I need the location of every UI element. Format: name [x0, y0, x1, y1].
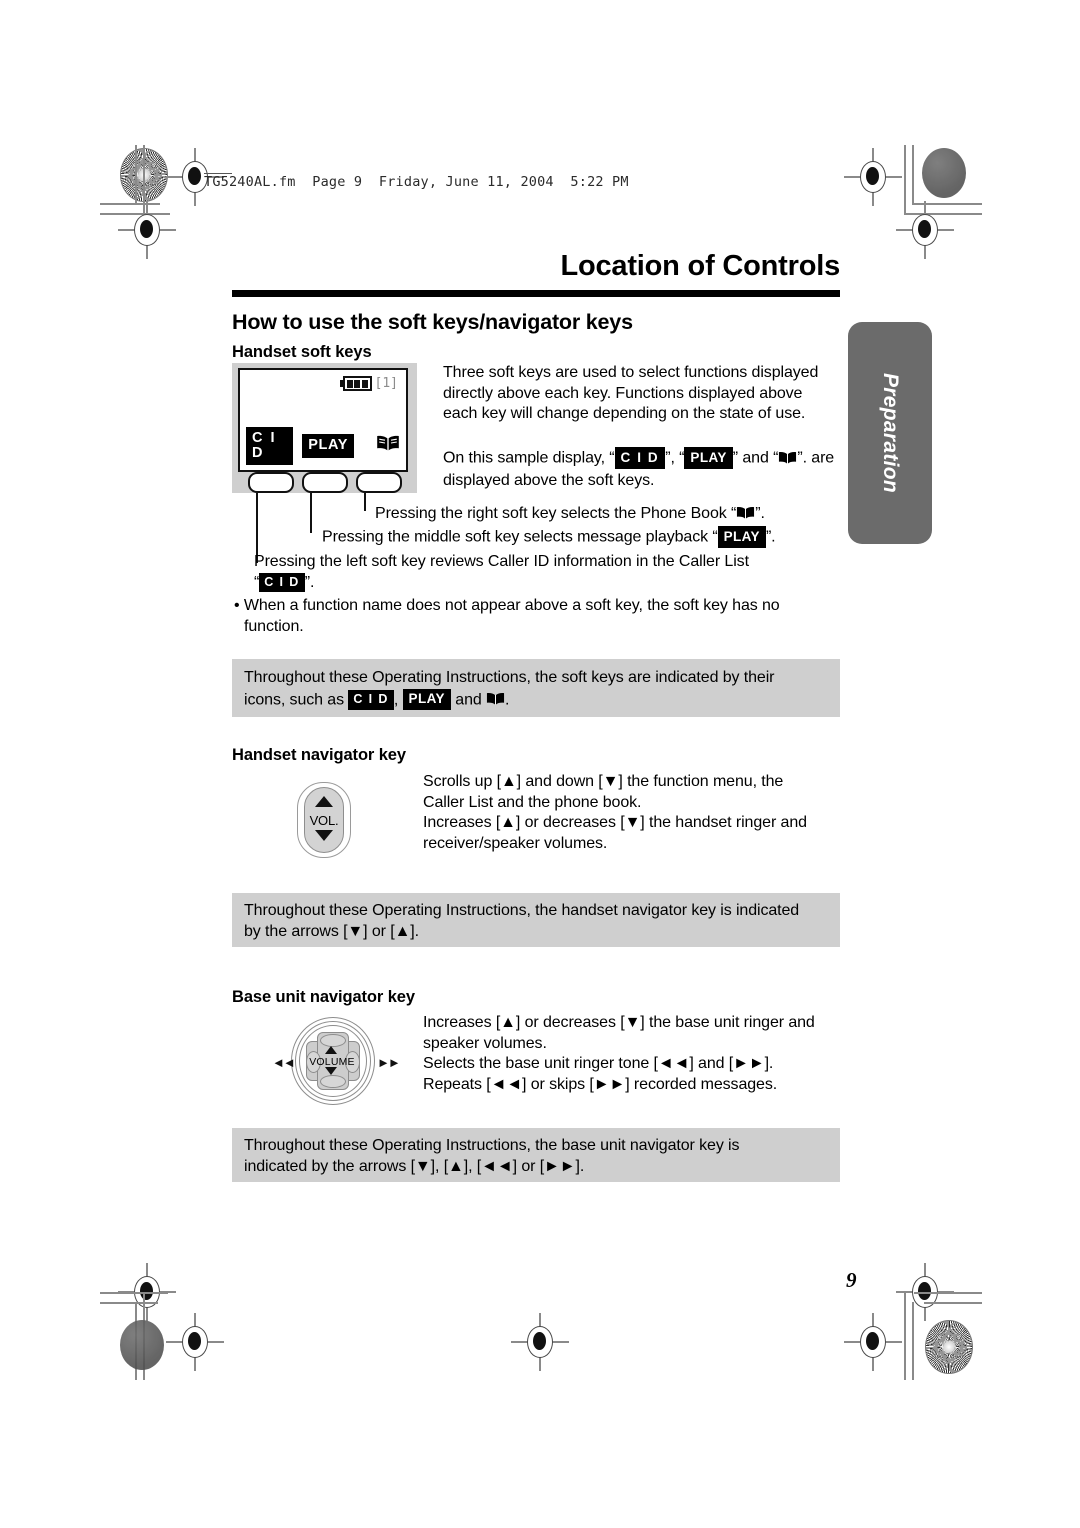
registration-target-right-lower	[844, 1313, 902, 1371]
callout-right-text-b: ”.	[755, 505, 765, 522]
callout-right-soft-key: Pressing the right soft key selects the …	[375, 504, 845, 527]
vol-up-arrow-icon	[315, 796, 333, 807]
lcd-soft-key-labels: C I D PLAY	[246, 427, 400, 465]
handset-display-figure: [1] C I D PLAY	[232, 363, 417, 493]
inline-key-play: PLAY	[684, 447, 733, 469]
callout-middle-soft-key: Pressing the middle soft key selects mes…	[322, 526, 842, 548]
base-navigator-key-figure: VOLUME ◄◄ ►►	[272, 1015, 401, 1107]
soft-key-button-middle[interactable]	[302, 472, 348, 493]
sample-display-text-c: ” and “	[732, 449, 779, 467]
base-nav-line-2: speaker volumes.	[423, 1034, 547, 1052]
note-bn-line-1: Throughout these Operating Instructions,…	[244, 1137, 740, 1154]
inline-key-play: PLAY	[717, 526, 766, 548]
registration-target-right-upper	[896, 201, 954, 259]
soft-keys-bullet-note: • When a function name does not appear a…	[234, 597, 780, 635]
registration-target-bottom-left	[166, 1313, 224, 1371]
vol-key-label: VOL.	[309, 813, 339, 828]
handset-lcd-screen: [1] C I D PLAY	[238, 368, 408, 472]
soft-key-button-left[interactable]	[248, 472, 294, 493]
callout-left-text-b: ”.	[304, 573, 315, 591]
note-box-base-navigator: Throughout these Operating Instructions,…	[232, 1128, 840, 1182]
leader-line-middle-soft-key	[310, 493, 312, 533]
note-box-soft-keys: Throughout these Operating Instructions,…	[232, 659, 840, 717]
file-slug: TG5240AL.fm Page 9 Friday, June 11, 2004…	[204, 174, 629, 190]
inline-key-cid: C I D	[259, 572, 305, 592]
fast-forward-marker-icon: ►►	[377, 1055, 401, 1070]
page-number: 9	[846, 1268, 857, 1292]
battery-segment	[362, 379, 369, 388]
sample-display-text-b: ”, “	[665, 449, 685, 467]
handset-navigator-key-figure: VOL.	[297, 782, 351, 858]
battery-indicator: [1]	[340, 376, 398, 391]
leader-line-right-soft-key	[364, 493, 366, 511]
handset-nav-line-3: Increases [▲] or decreases [▼] the hands…	[423, 814, 807, 831]
battery-footnote-marker: [1]	[374, 376, 398, 391]
soft-key-button-right[interactable]	[356, 472, 402, 493]
base-navigator-description: Increases [▲] or decreases [▼] the base …	[423, 1013, 843, 1095]
handset-nav-line-1: Scrolls up [▲] and down [▼] the function…	[423, 773, 784, 790]
phone-book-icon	[376, 435, 400, 457]
density-patch-bottom-left	[120, 1320, 164, 1370]
battery-segment	[346, 379, 353, 388]
side-tab-label: Preparation	[879, 373, 902, 493]
phone-book-icon	[778, 451, 797, 472]
note-line-2-end: .	[505, 691, 510, 708]
handset-nav-line-4: receiver/speaker volumes.	[423, 834, 608, 852]
base-down-arrow-icon	[325, 1067, 337, 1075]
note-hn-line-1: Throughout these Operating Instructions,…	[244, 902, 800, 919]
note-hn-line-2: by the arrows [▼] or [▲].	[244, 922, 420, 940]
registration-target-bottom-center	[511, 1313, 569, 1371]
callout-middle-text-b: ”.	[765, 528, 776, 546]
soft-key-label-cid: C I D	[246, 427, 294, 465]
sample-display-text-d: ”.	[797, 449, 807, 467]
base-up-arrow-icon	[325, 1046, 337, 1054]
section-heading: How to use the soft keys/navigator keys	[232, 310, 633, 334]
battery-segment	[354, 379, 361, 388]
inline-key-cid: C I D	[348, 690, 394, 710]
soft-keys-paragraph-1: Three soft keys are used to select funct…	[443, 364, 819, 422]
note-base-navigator-text: Throughout these Operating Instructions,…	[244, 1136, 830, 1177]
base-nav-line-1: Increases [▲] or decreases [▼] the base …	[423, 1014, 815, 1031]
handset-soft-keys-heading: Handset soft keys	[232, 343, 372, 361]
registration-starburst-bottom-right	[925, 1320, 973, 1374]
note-box-handset-navigator: Throughout these Operating Instructions,…	[232, 893, 840, 947]
callout-left-text-a: Pressing the left soft key reviews Calle…	[254, 553, 749, 570]
vol-down-arrow-icon	[315, 830, 333, 841]
handset-nav-line-2: Caller List and the phone book.	[423, 793, 642, 811]
note-handset-navigator-text: Throughout these Operating Instructions,…	[244, 901, 830, 942]
note-line-2-comma: ,	[393, 691, 399, 708]
note-soft-keys-text: Throughout these Operating Instructions,…	[244, 668, 830, 713]
sample-display-text-a: On this sample display, “	[443, 449, 615, 467]
registration-target-top-right	[844, 148, 902, 206]
title-divider	[232, 290, 840, 297]
callout-right-text-a: Pressing the right soft key selects the …	[375, 505, 737, 522]
inline-key-play: PLAY	[402, 688, 451, 710]
base-navigator-heading: Base unit navigator key	[232, 988, 415, 1006]
manual-page: TG5240AL.fm Page 9 Friday, June 11, 2004…	[0, 0, 1080, 1528]
phone-book-icon	[736, 506, 755, 527]
inline-key-cid: C I D	[614, 447, 666, 469]
base-nav-line-4: Repeats [◄◄] or skips [►►] recorded mess…	[423, 1075, 778, 1093]
base-key-down-button[interactable]	[320, 1075, 346, 1088]
note-line-1: Throughout these Operating Instructions,…	[244, 669, 775, 686]
callout-middle-text-a: Pressing the middle soft key selects mes…	[322, 528, 718, 546]
side-tab-preparation: Preparation	[848, 322, 932, 544]
page-title: Location of Controls	[560, 250, 840, 282]
registration-target-left-upper	[118, 201, 176, 259]
callout-left-soft-key: Pressing the left soft key reviews Calle…	[254, 552, 844, 593]
base-nav-line-3: Selects the base unit ringer tone [◄◄] a…	[423, 1055, 774, 1072]
handset-navigator-heading: Handset navigator key	[232, 746, 406, 764]
handset-navigator-description: Scrolls up [▲] and down [▼] the function…	[423, 772, 843, 854]
battery-icon	[343, 376, 372, 391]
soft-key-label-play: PLAY	[302, 434, 354, 458]
note-line-2-a: icons, such as	[244, 691, 344, 708]
rewind-marker-icon: ◄◄	[272, 1055, 296, 1070]
note-line-2-b: and	[455, 691, 482, 708]
note-bn-line-2: indicated by the arrows [▼], [▲], [◄◄] o…	[244, 1157, 585, 1175]
soft-keys-paragraph-2: On this sample display, “C I D”, “PLAY” …	[443, 447, 838, 492]
phone-book-icon	[486, 692, 505, 713]
